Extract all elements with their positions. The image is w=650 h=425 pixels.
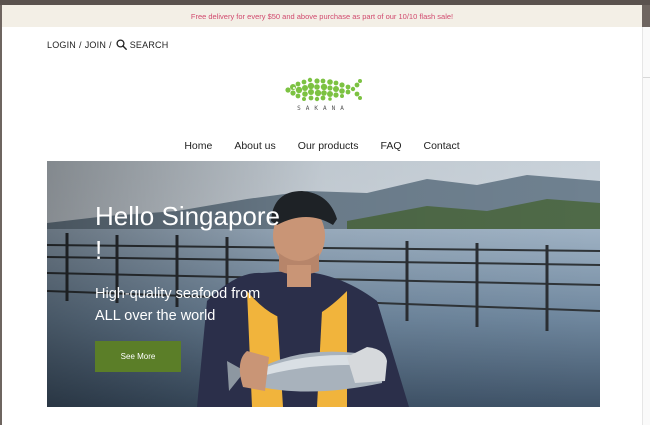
hero-subtitle: High-quality seafood from ALL over the w… (95, 283, 295, 327)
account-links: LOGIN / JOIN / SEARCH (47, 39, 168, 50)
fish-logo-icon (285, 77, 362, 102)
hero-subtitle-line1: High-quality seafood from (95, 286, 261, 302)
scroll-rail[interactable] (642, 27, 650, 425)
hero-banner: Hello Singapore ! High-quality seafood f… (47, 161, 600, 407)
hero-subtitle-line2: ALL over the world (95, 308, 216, 324)
separator: / (79, 39, 82, 50)
hero-title-line1: Hello Singapore (95, 201, 281, 231)
nav-contact[interactable]: Contact (424, 140, 460, 152)
nav-about[interactable]: About us (234, 140, 275, 152)
announcement-text: Free delivery for every $50 and above pu… (190, 11, 454, 21)
nav-home[interactable]: Home (184, 140, 212, 152)
site-logo[interactable]: SAKANA (282, 75, 364, 117)
hero-title: Hello Singapore ! (95, 199, 295, 267)
search-link[interactable]: SEARCH (130, 40, 169, 50)
page-content: LOGIN / JOIN / SEARCH SAKANA Home About … (2, 27, 642, 425)
search-icon[interactable] (116, 39, 127, 50)
logo-wordmark: SAKANA (297, 105, 349, 112)
hero-title-line2: ! (95, 235, 103, 265)
main-nav: Home About us Our products FAQ Contact (2, 140, 642, 152)
announcement-bar: Free delivery for every $50 and above pu… (2, 5, 642, 27)
see-more-button[interactable]: See More (95, 341, 181, 372)
separator: / (109, 39, 112, 50)
nav-faq[interactable]: FAQ (380, 140, 401, 152)
nav-products[interactable]: Our products (298, 140, 359, 152)
login-link[interactable]: LOGIN (47, 40, 76, 50)
join-link[interactable]: JOIN (85, 40, 106, 50)
